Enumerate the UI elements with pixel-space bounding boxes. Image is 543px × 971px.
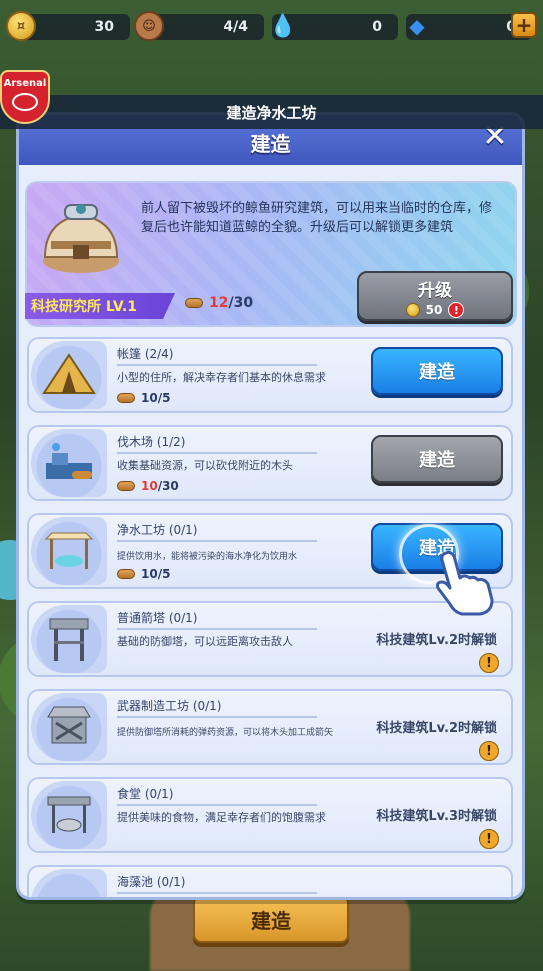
- building-description: 前人留下被毁坏的鲸鱼研究建筑，可以用来当临时的仓库，修复后也许能知道蓝鲸的全貌。…: [141, 201, 493, 235]
- wood-total: /30: [228, 295, 254, 311]
- build-panel: 建造 ✕ 前人留下被毁坏的鲸鱼研究建筑，可以用来当临时的仓库，修复后也许能知道蓝…: [16, 112, 525, 900]
- population-value: 4/4: [223, 19, 248, 35]
- upgrade-button[interactable]: 升级 50 !: [357, 271, 513, 321]
- canteen-icon: [31, 781, 107, 849]
- building-name: 武器制造工坊 (0/1): [117, 697, 317, 718]
- wood-current: 10: [141, 567, 158, 581]
- population-counter: ☺ 4/4: [134, 11, 264, 41]
- pointing-hand-icon: [436, 550, 494, 616]
- wood-log-icon: [117, 569, 135, 579]
- cannon-icon: [12, 93, 38, 111]
- unlock-requirement: 科技建筑Lv.2时解锁: [376, 633, 497, 648]
- building-name: 海藻池 (0/1): [117, 873, 317, 894]
- building-list: 帐篷 (2/4) 小型的住所，解决幸存者们基本的休息需求 10/5 建造 伐木场…: [27, 337, 513, 897]
- building-name: 普通箭塔 (0/1): [117, 609, 317, 630]
- club-badge[interactable]: Arsenal: [0, 70, 50, 124]
- wood-total: /5: [157, 567, 171, 581]
- gold-coin-icon: [405, 303, 420, 317]
- upgrade-label: 升级: [418, 281, 452, 301]
- warning-icon: !: [479, 653, 499, 673]
- gold-coin-icon: ¤: [6, 11, 36, 41]
- badge-text: Arsenal: [3, 78, 47, 89]
- water-counter: 💧 0: [269, 14, 398, 40]
- building-name: 帐篷 (2/4): [117, 345, 317, 366]
- wood-total: /30: [157, 479, 179, 493]
- building-desc: 提供饮用水，能将被污染的海水净化为饮用水: [117, 552, 298, 562]
- level-label: 科技研究所 LV.1: [31, 299, 137, 315]
- wood-cost: 10/30: [117, 479, 179, 493]
- tent-icon: [31, 341, 107, 409]
- wood-current: 12: [209, 295, 229, 311]
- building-desc: 收集基础资源，可以砍伐附近的木头: [117, 459, 293, 472]
- list-item-canteen: 食堂 (0/1) 提供美味的食物，满足幸存者们的饱腹需求 科技建筑Lv.3时解锁…: [27, 777, 513, 853]
- panel-title: 建造: [250, 132, 291, 156]
- building-desc: 小型的住所，解决幸存者们基本的休息需求: [117, 371, 326, 384]
- upgrade-cost-value: 50: [425, 303, 443, 317]
- wood-log-icon: [185, 298, 203, 308]
- building-name: 食堂 (0/1): [117, 785, 317, 806]
- window-title: 建造净水工坊: [0, 95, 543, 129]
- lumber-mill-icon: [31, 429, 107, 497]
- list-item-lumber-mill: 伐木场 (1/2) 收集基础资源，可以砍伐附近的木头 10/30 建造: [27, 425, 513, 501]
- upgrade-wood-cost: 12/30: [185, 295, 253, 311]
- gold-counter: ¤ 30: [6, 11, 130, 41]
- arrow-tower-icon: [31, 605, 107, 673]
- water-drop-icon: 💧: [269, 13, 297, 39]
- research-building-icon: [43, 204, 119, 273]
- survivor-face-icon: ☺: [134, 11, 164, 41]
- resource-bar: ¤ 30 ☺ 4/4 💧 0 ◆ 0: [6, 11, 535, 42]
- list-item-tent: 帐篷 (2/4) 小型的住所，解决幸存者们基本的休息需求 10/5 建造: [27, 337, 513, 413]
- water-purifier-icon: [31, 517, 107, 585]
- wood-current: 10: [141, 479, 158, 493]
- unlock-requirement: 科技建筑Lv.3时解锁: [376, 809, 497, 824]
- bottom-build-button[interactable]: 建造: [193, 895, 349, 943]
- build-button[interactable]: 建造: [371, 435, 503, 483]
- level-ribbon: 科技研究所 LV.1: [25, 293, 175, 319]
- building-desc: 基础的防御塔，可以远距离攻击敌人: [117, 635, 293, 648]
- unlock-requirement: 科技建筑Lv.2时解锁: [376, 721, 497, 736]
- wood-total: /5: [157, 391, 171, 405]
- weapon-workshop-icon: [31, 693, 107, 761]
- wood-cost: 10/5: [117, 391, 170, 405]
- building-name: 伐木场 (1/2): [117, 433, 317, 454]
- warning-icon: !: [479, 829, 499, 849]
- wood-current: 10: [141, 391, 158, 405]
- alert-icon: !: [448, 302, 465, 318]
- research-institute-card: 前人留下被毁坏的鲸鱼研究建筑，可以用来当临时的仓库，修复后也许能知道蓝鲸的全貌。…: [25, 181, 517, 327]
- building-desc: 提供美味的食物，满足幸存者们的饱腹需求: [117, 811, 326, 824]
- list-item-seaweed-pond: 海藻池 (0/1): [27, 865, 513, 897]
- building-desc: 提供防御塔所消耗的弹药资源，可以将木头加工成箭矢: [117, 728, 334, 738]
- wood-cost: 10/5: [117, 567, 170, 581]
- seaweed-pond-icon: [31, 869, 107, 897]
- building-name: 净水工坊 (0/1): [117, 521, 317, 542]
- list-item-weapon-workshop: 武器制造工坊 (0/1) 提供防御塔所消耗的弹药资源，可以将木头加工成箭矢 科技…: [27, 689, 513, 765]
- wood-log-icon: [117, 393, 135, 403]
- gem-icon: ◆: [409, 14, 425, 38]
- water-value: 0: [372, 19, 382, 35]
- build-button[interactable]: 建造: [371, 347, 503, 395]
- warning-icon: !: [479, 741, 499, 761]
- gold-value: 30: [94, 19, 114, 35]
- upgrade-cost: 50 !: [359, 302, 511, 318]
- add-gems-button[interactable]: +: [511, 12, 537, 38]
- wood-log-icon: [117, 481, 135, 491]
